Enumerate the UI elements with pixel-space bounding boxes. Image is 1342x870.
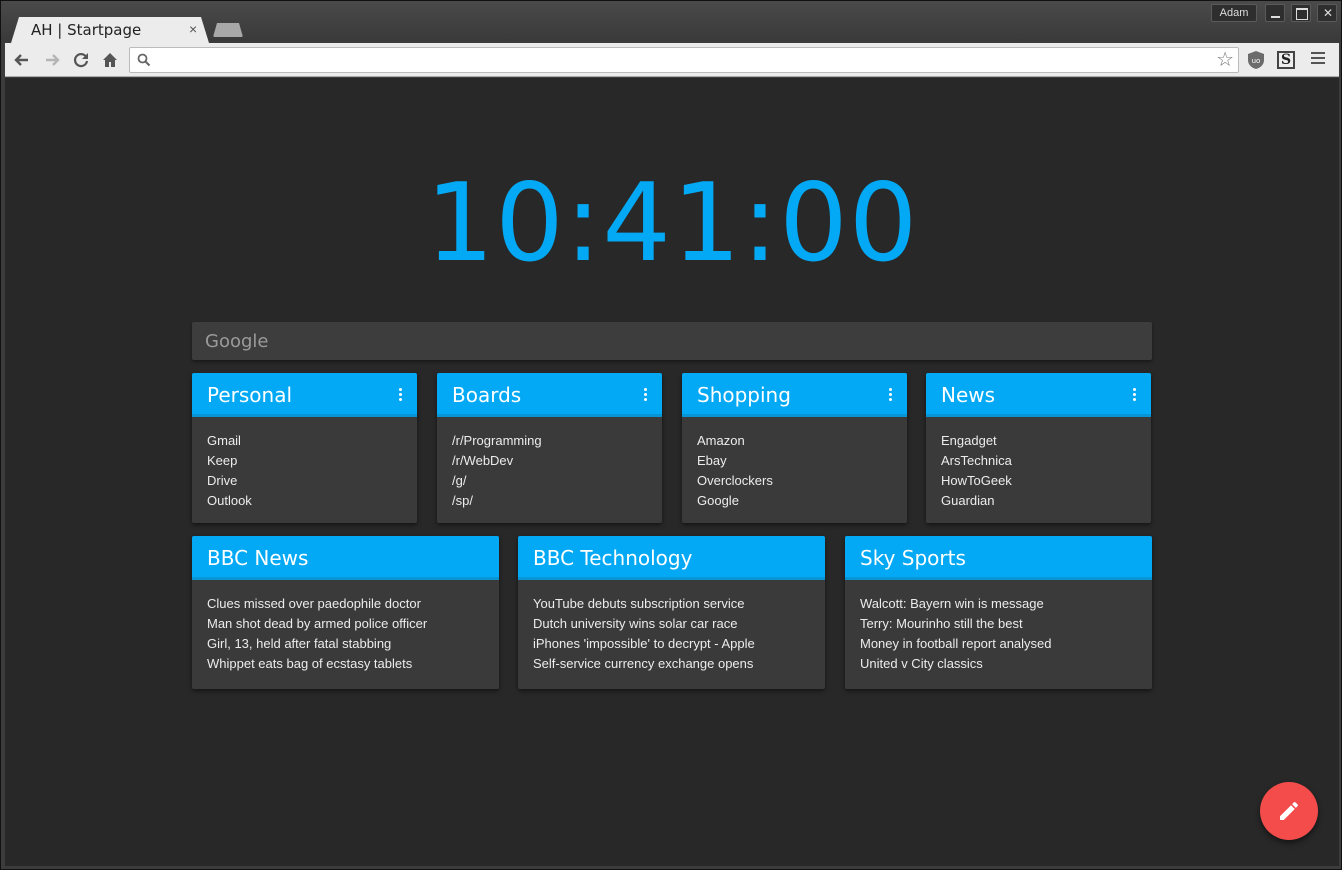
card-header: Personal (192, 373, 417, 417)
bookmark-link[interactable]: /r/Programming (452, 431, 647, 451)
bookmark-link[interactable]: /g/ (452, 471, 647, 491)
bookmark-link[interactable]: Keep (207, 451, 402, 471)
card-body: YouTube debuts subscription service Dutch… (518, 580, 825, 674)
star-icon[interactable]: ☆ (1216, 49, 1234, 71)
bookmark-link[interactable]: ArsTechnica (941, 451, 1136, 471)
link-card: Personal Gmail Keep Drive Outlook (192, 373, 417, 523)
headline-link[interactable]: Self-service currency exchange opens (533, 654, 810, 674)
back-arrow-icon[interactable] (11, 49, 33, 71)
headline-link[interactable]: Man shot dead by armed police officer (207, 614, 484, 634)
bookmark-link[interactable]: Amazon (697, 431, 892, 451)
title-bar: AH | Startpage × Adam ✕ (1, 1, 1341, 43)
bookmark-link[interactable]: Outlook (207, 491, 402, 511)
s-extension-icon[interactable]: S (1277, 51, 1295, 69)
headline-link[interactable]: Clues missed over paedophile doctor (207, 594, 484, 614)
edit-fab-button[interactable] (1260, 782, 1318, 840)
bookmark-link[interactable]: /sp/ (452, 491, 647, 511)
home-icon[interactable] (99, 49, 121, 71)
card-header: Sky Sports (845, 536, 1152, 580)
card-title: Sky Sports (860, 546, 966, 570)
startpage: 10:41:00 PersonalGmailKeepDriveOutlookBo… (5, 78, 1339, 866)
active-tab[interactable]: AH | Startpage × (11, 17, 209, 43)
search-icon (137, 53, 151, 67)
bookmark-link[interactable]: Guardian (941, 491, 1136, 511)
close-icon: ✕ (1323, 6, 1334, 20)
more-vert-icon[interactable] (1133, 388, 1137, 402)
close-window-button[interactable]: ✕ (1317, 4, 1337, 22)
bookmark-link[interactable]: Engadget (941, 431, 1136, 451)
maximize-button[interactable] (1291, 4, 1311, 22)
reload-icon[interactable] (70, 49, 92, 71)
profile-button[interactable]: Adam (1211, 4, 1257, 22)
card-header: Boards (437, 373, 662, 417)
ublock-icon[interactable]: uo (1245, 49, 1267, 71)
forward-arrow-icon[interactable] (41, 49, 63, 71)
headline-link[interactable]: Girl, 13, held after fatal stabbing (207, 634, 484, 654)
bookmark-link[interactable]: Drive (207, 471, 402, 491)
card-body: Walcott: Bayern win is message Terry: Mou… (845, 580, 1152, 674)
more-vert-icon[interactable] (644, 388, 648, 402)
link-card: News Engadget ArsTechnica HowToGeek Guardian (926, 373, 1151, 523)
clock: 10:41:00 (425, 161, 919, 286)
bookmark-link[interactable]: HowToGeek (941, 471, 1136, 491)
headline-link[interactable]: Terry: Mourinho still the best (860, 614, 1137, 634)
headline-link[interactable]: iPhones 'impossible' to decrypt - Apple (533, 634, 810, 654)
card-title: Shopping (697, 383, 791, 407)
headline-link[interactable]: United v City classics (860, 654, 1137, 674)
address-bar[interactable]: ☆ (129, 47, 1239, 73)
tab-close-icon[interactable]: × (189, 21, 197, 37)
search-input[interactable] (192, 322, 1152, 360)
bookmark-link[interactable]: Google (697, 491, 892, 511)
headline-link[interactable]: Money in football report analysed (860, 634, 1137, 654)
card-body: Amazon Ebay Overclockers Google (682, 417, 907, 511)
card-body: Clues missed over paedophile doctor Man s… (192, 580, 499, 674)
bookmark-link[interactable]: Gmail (207, 431, 402, 451)
card-title: News (941, 383, 996, 407)
card-header: BBC Technology (518, 536, 825, 580)
more-vert-icon[interactable] (399, 388, 403, 402)
card-title: Boards (452, 383, 522, 407)
bookmark-link[interactable]: /r/WebDev (452, 451, 647, 471)
more-vert-icon[interactable] (889, 388, 893, 402)
headline-link[interactable]: YouTube debuts subscription service (533, 594, 810, 614)
link-card: Shopping Amazon Ebay Overclockers Google (682, 373, 907, 523)
tab-title: AH | Startpage (31, 21, 142, 39)
headline-link[interactable]: Whippet eats bag of ecstasy tablets (207, 654, 484, 674)
card-header: News (926, 373, 1151, 417)
bookmark-link[interactable]: Overclockers (697, 471, 892, 491)
card-header: Shopping (682, 373, 907, 417)
feed-card: BBC Technology YouTube debuts subscriptio… (518, 536, 825, 689)
card-header: BBC News (192, 536, 499, 580)
link-card: Boards/r/Programming/r/WebDev/g//sp/ (437, 373, 662, 523)
card-body: Gmail Keep Drive Outlook (192, 417, 417, 511)
card-title: BBC Technology (533, 546, 693, 570)
new-tab-button[interactable] (213, 23, 243, 37)
headline-link[interactable]: Walcott: Bayern win is message (860, 594, 1137, 614)
feed-card: Sky Sports Walcott: Bayern win is message… (845, 536, 1152, 689)
svg-text:uo: uo (1252, 57, 1261, 65)
menu-icon[interactable] (1311, 52, 1325, 66)
browser-window: AH | Startpage × Adam ✕ ☆ uo S 10:41:00 … (0, 0, 1342, 870)
browser-toolbar: ☆ uo S (5, 43, 1339, 77)
card-body: /r/Programming/r/WebDev/g//sp/ (437, 417, 662, 511)
card-title: Personal (207, 383, 293, 407)
minimize-button[interactable] (1265, 4, 1285, 22)
card-title: BBC News (207, 546, 309, 570)
pencil-icon (1280, 801, 1298, 820)
feed-card: BBC News Clues missed over paedophile doc… (192, 536, 499, 689)
headline-link[interactable]: Dutch university wins solar car race (533, 614, 810, 634)
bookmark-link[interactable]: Ebay (697, 451, 892, 471)
card-body: Engadget ArsTechnica HowToGeek Guardian (926, 417, 1151, 511)
